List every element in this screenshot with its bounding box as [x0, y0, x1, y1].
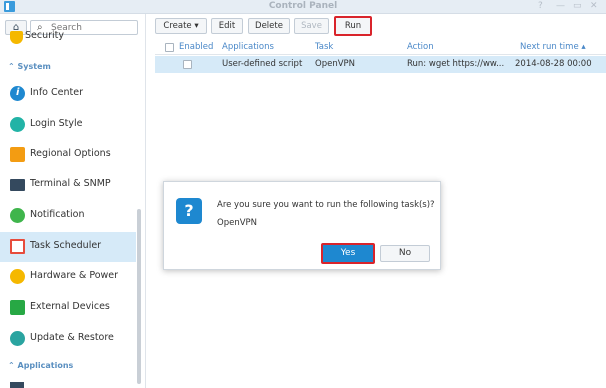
sidebar-item-label: Update & Restore — [30, 332, 114, 343]
palette-icon — [10, 117, 25, 132]
col-next-run-time[interactable]: Next run time ▴ — [520, 42, 586, 52]
table-row[interactable]: User-defined script OpenVPN Run: wget ht… — [155, 56, 606, 73]
sidebar: ⌂ ⌕ Security ⌃ System i Info Center Logi… — [0, 14, 146, 388]
lightbulb-icon — [10, 269, 25, 284]
sidebar-item-label: Notification — [30, 209, 85, 220]
confirm-dialog: ? Are you sure you want to run the follo… — [163, 181, 441, 270]
sidebar-item-external-devices[interactable]: External Devices — [0, 293, 136, 323]
help-button[interactable]: ? — [538, 1, 543, 11]
sidebar-item-notification[interactable]: Notification — [0, 201, 136, 231]
shield-icon — [10, 31, 23, 44]
grid-header: Enabled Applications Task Action Next ru… — [155, 41, 606, 55]
update-restore-icon — [10, 331, 25, 346]
no-button[interactable]: No — [380, 245, 430, 262]
section-system[interactable]: ⌃ System — [8, 62, 51, 71]
section-applications[interactable]: ⌃ Applications — [8, 361, 73, 370]
regional-clock-icon — [10, 147, 25, 162]
edit-button[interactable]: Edit — [211, 18, 243, 34]
task-scheduler-icon — [10, 239, 25, 254]
sidebar-item-label: External Devices — [30, 301, 110, 312]
save-button[interactable]: Save — [294, 18, 329, 34]
chevron-up-icon: ⌃ — [8, 361, 18, 370]
notification-chat-icon — [10, 208, 25, 223]
col-task[interactable]: Task — [315, 42, 333, 52]
external-device-icon — [10, 300, 25, 315]
col-enabled[interactable]: Enabled — [179, 42, 213, 52]
question-icon: ? — [176, 198, 202, 224]
col-action[interactable]: Action — [407, 42, 434, 52]
cell-action: Run: wget https://ww... — [407, 59, 505, 69]
sidebar-item-security[interactable]: Security — [0, 28, 136, 52]
sidebar-item-label: Info Center — [30, 87, 83, 98]
title-bar: Control Panel ? — ▭ ✕ — [0, 0, 606, 14]
window-title: Control Panel — [268, 1, 338, 11]
sidebar-item-label: Hardware & Power — [30, 270, 119, 281]
sidebar-item-label: Security — [25, 30, 65, 41]
enabled-checkbox[interactable] — [183, 60, 192, 69]
sidebar-item-terminal-snmp[interactable]: Terminal & SNMP — [0, 170, 136, 200]
select-all-checkbox[interactable] — [165, 43, 174, 52]
minimize-button[interactable]: — — [556, 1, 565, 11]
delete-button[interactable]: Delete — [248, 18, 290, 34]
cell-next-run: 2014-08-28 00:00 — [515, 59, 592, 69]
partial-app-icon — [10, 382, 24, 388]
sidebar-item-label: Regional Options — [30, 148, 111, 159]
confirm-message: Are you sure you want to run the followi… — [217, 200, 435, 210]
sidebar-item-login-style[interactable]: Login Style — [0, 110, 136, 140]
cell-task: OpenVPN — [315, 59, 356, 69]
sidebar-scrollbar[interactable] — [137, 209, 141, 384]
sidebar-item-label: Task Scheduler — [30, 240, 102, 251]
yes-button[interactable]: Yes — [321, 243, 375, 264]
col-applications[interactable]: Applications — [222, 42, 274, 52]
confirm-task-name: OpenVPN — [217, 218, 258, 228]
terminal-icon — [10, 179, 25, 191]
sidebar-item-regional-options[interactable]: Regional Options — [0, 140, 136, 170]
close-button[interactable]: ✕ — [590, 1, 598, 11]
sidebar-item-update-restore[interactable]: Update & Restore — [0, 324, 136, 354]
sidebar-item-info-center[interactable]: i Info Center — [0, 79, 136, 109]
sidebar-item-label: Terminal & SNMP — [30, 178, 111, 189]
cell-application: User-defined script — [222, 59, 303, 69]
sidebar-item-label: Login Style — [30, 118, 83, 129]
create-button[interactable]: Create ▾ — [155, 18, 207, 34]
sidebar-item-task-scheduler[interactable]: Task Scheduler — [0, 232, 136, 262]
maximize-button[interactable]: ▭ — [573, 1, 582, 11]
sidebar-item-hardware-power[interactable]: Hardware & Power — [0, 262, 136, 292]
chevron-up-icon: ⌃ — [8, 62, 18, 71]
run-button[interactable]: Run — [334, 16, 372, 36]
